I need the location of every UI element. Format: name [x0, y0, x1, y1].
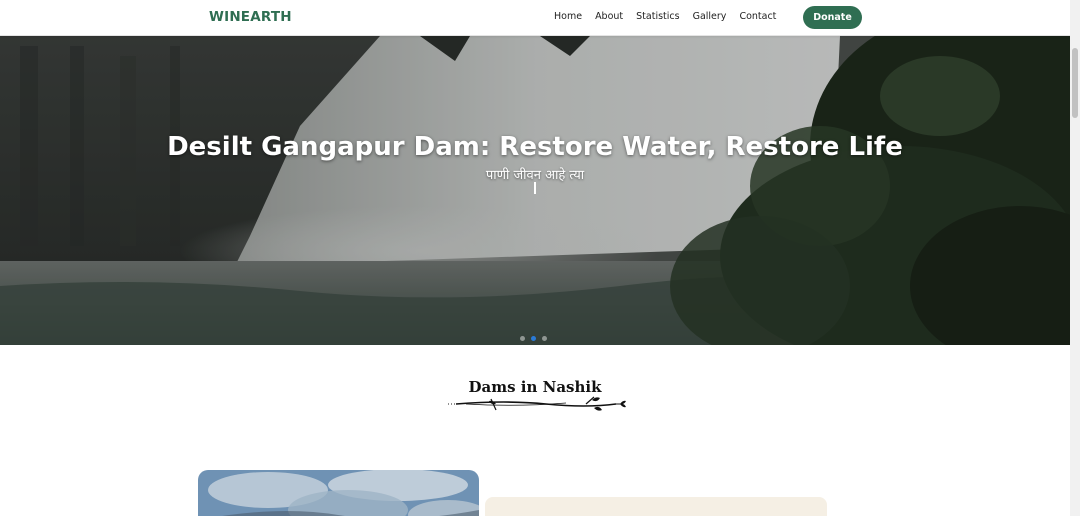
hero-carousel: Desilt Gangapur Dam: Restore Water, Rest…	[0, 36, 1070, 345]
hero-title: Desilt Gangapur Dam: Restore Water, Rest…	[167, 132, 903, 162]
carousel-dot-2[interactable]	[531, 336, 536, 341]
dam-card-image[interactable]	[198, 470, 479, 516]
nav-links: Home About Statistics Gallery Contact	[554, 11, 789, 22]
dam-card-panel	[485, 497, 827, 516]
scrollbar-thumb[interactable]	[1072, 48, 1078, 118]
decorative-divider-icon	[448, 396, 626, 411]
carousel-indicators	[520, 336, 547, 341]
nav-link-about[interactable]: About	[595, 11, 623, 22]
carousel-dot-3[interactable]	[542, 336, 547, 341]
brand-logo[interactable]: WINEARTH	[209, 9, 292, 25]
nav-link-gallery[interactable]: Gallery	[693, 11, 727, 22]
nav-link-statistics[interactable]: Statistics	[636, 11, 679, 22]
hero-subtitle: पाणी जीवन आहे त्या	[485, 168, 585, 183]
page-scrollbar[interactable]	[1070, 0, 1080, 516]
nav-link-home[interactable]: Home	[554, 11, 582, 22]
navbar: WINEARTH Home About Statistics Gallery C…	[0, 0, 1070, 36]
carousel-dot-1[interactable]	[520, 336, 525, 341]
nav-link-contact[interactable]: Contact	[739, 11, 776, 22]
donate-button[interactable]: Donate	[803, 6, 862, 29]
typing-cursor	[534, 182, 536, 194]
